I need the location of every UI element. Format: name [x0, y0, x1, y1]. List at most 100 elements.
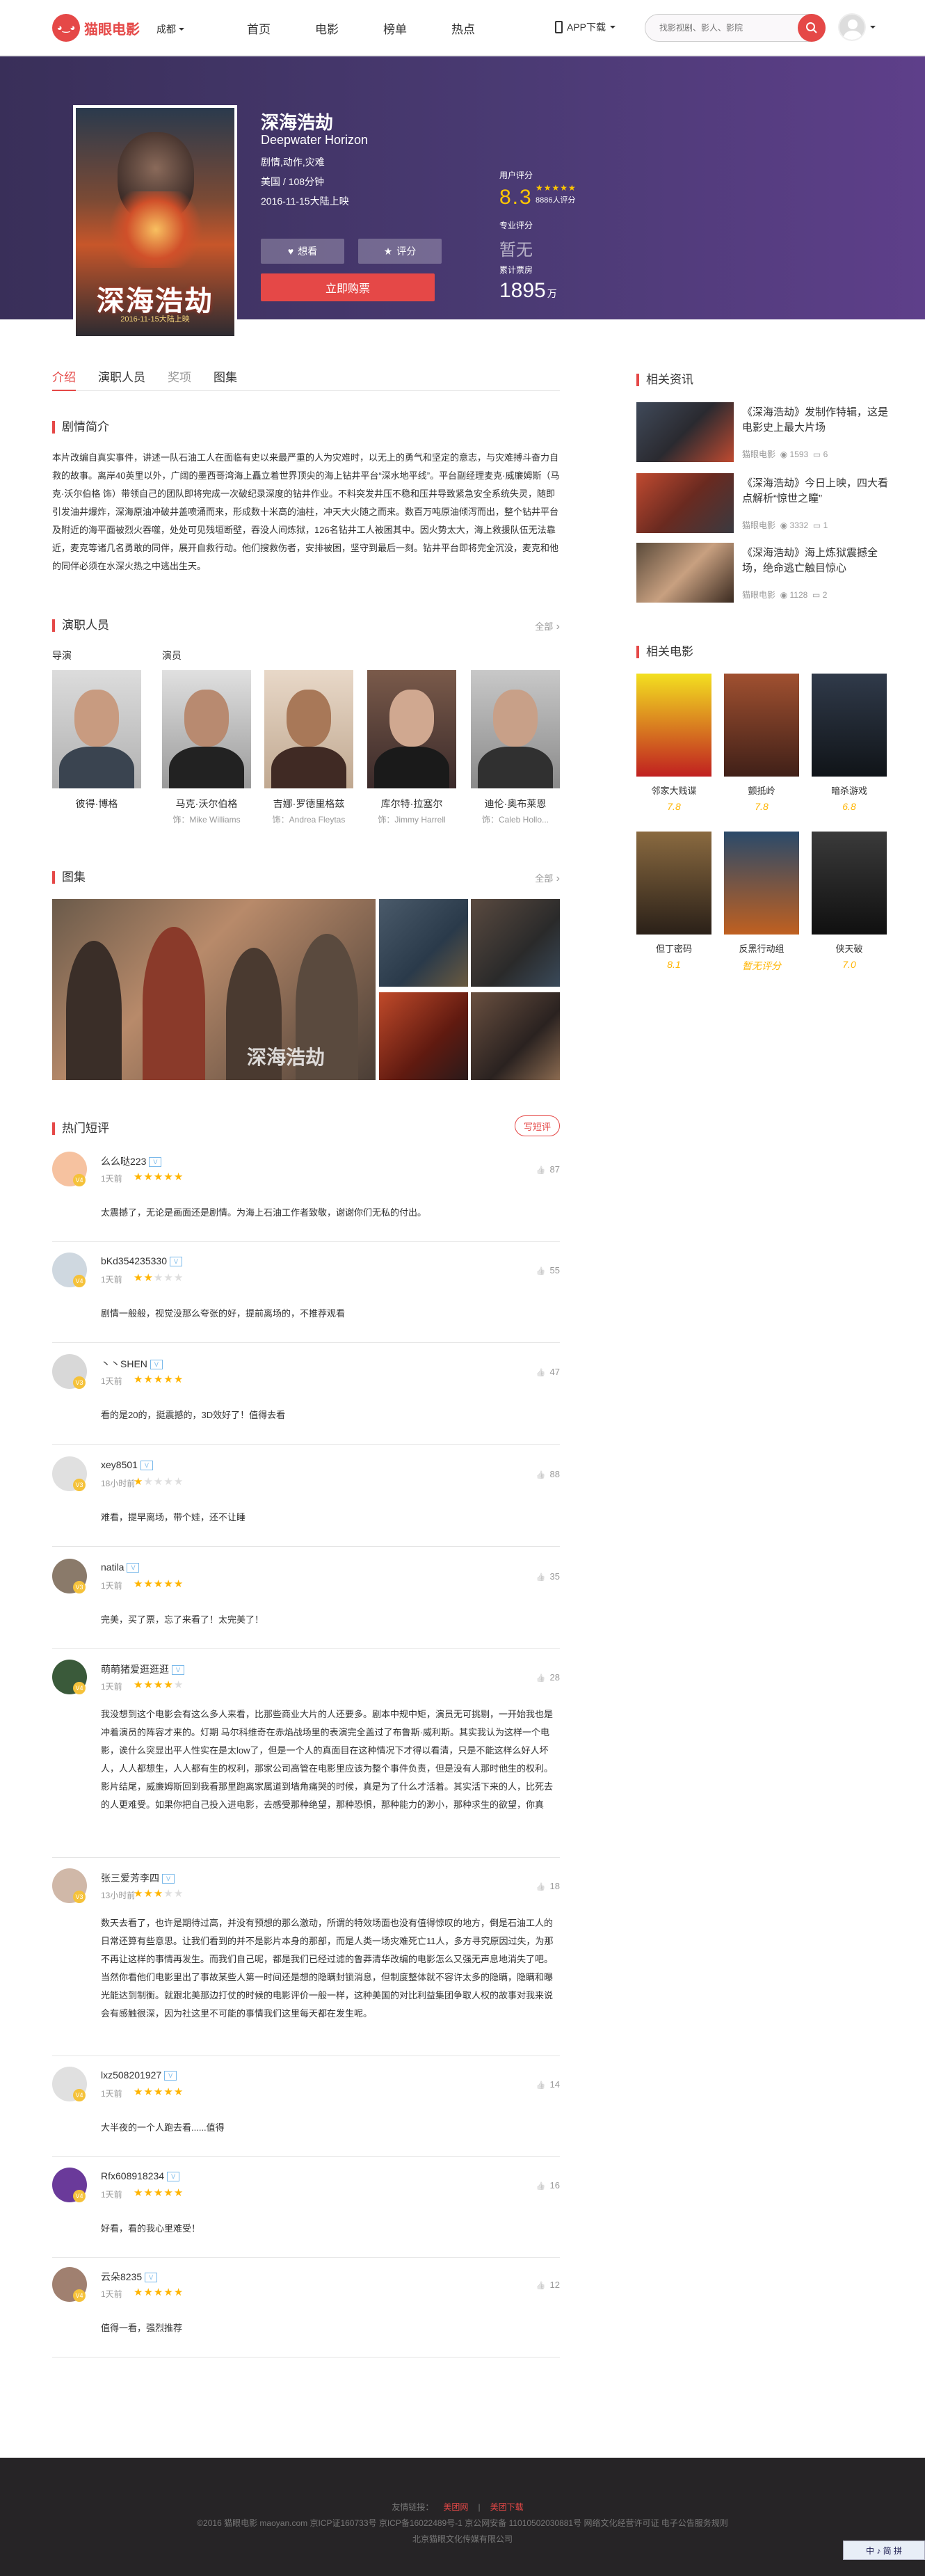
cast-name: 吉娜·罗德里格兹	[273, 798, 345, 809]
like-button[interactable]: 55	[536, 1265, 560, 1275]
related-movie[interactable]: 反黑行动组 暂无评分	[724, 832, 799, 973]
star-icon: ★	[143, 1171, 154, 1183]
gallery-thumb[interactable]	[471, 899, 560, 987]
photo-body	[271, 747, 346, 788]
write-comment-button[interactable]: 写短评	[515, 1115, 560, 1136]
like-button[interactable]: 28	[536, 1672, 560, 1683]
detail-tabs: 介绍 演职人员 奖项 图集	[52, 367, 560, 391]
comment-stars: ★★★★★	[134, 1577, 184, 1590]
cast-more-link[interactable]: 全部	[535, 619, 560, 633]
cast-member[interactable]: 彼得·博格	[52, 670, 141, 813]
logo[interactable]: ◕‿◕ 猫眼电影	[52, 14, 140, 42]
link-meituan[interactable]: 美团网	[443, 2502, 468, 2512]
related-movie[interactable]: 颤抵岭 7.8	[724, 674, 799, 812]
related-name: 颤抵岭	[748, 786, 775, 796]
nav-movies[interactable]: 电影	[315, 19, 339, 37]
related-movie[interactable]: 但丁密码 8.1	[636, 832, 711, 970]
related-name: 反黑行动组	[739, 944, 785, 954]
user-menu[interactable]	[838, 13, 876, 41]
city-selector[interactable]: 成都	[156, 22, 184, 36]
commenter-name[interactable]: 云朵8235 V	[101, 2270, 158, 2284]
commenter-name[interactable]: xey8501 V	[101, 1459, 153, 1470]
tab-awards[interactable]: 奖项	[168, 367, 191, 391]
star-icon: ★	[134, 2086, 144, 2098]
pro-score-label: 专业评分	[499, 221, 533, 230]
like-button[interactable]: 14	[536, 2079, 560, 2090]
ime-toolbar[interactable]: 中 ♪ 简 拼	[843, 2541, 925, 2560]
news-item[interactable]: 《深海浩劫》今日上映，四大看点解析“惊世之瞳” 猫眼电影 ◉ 3332 ▭ 1	[636, 473, 888, 533]
like-button[interactable]: 12	[536, 2280, 560, 2290]
heart-icon: ♥	[287, 246, 294, 257]
cast-member[interactable]: 迪伦·奥布莱恩 饰：Caleb Hollo...	[471, 670, 560, 825]
news-item[interactable]: 《深海浩劫》发制作特辑，这是电影史上最大片场 猫眼电影 ◉ 1593 ▭ 6	[636, 402, 888, 462]
star-icon: ★	[163, 1888, 174, 1900]
news-meta: 猫眼电影 ◉ 3332 ▭ 1	[742, 519, 828, 531]
star-icon: ★	[134, 1476, 144, 1488]
star-icon: ★	[173, 1476, 184, 1488]
gallery-thumb[interactable]	[379, 899, 468, 987]
tab-cast[interactable]: 演职人员	[98, 367, 145, 391]
like-button[interactable]: 47	[536, 1367, 560, 1377]
like-button[interactable]: 18	[536, 1881, 560, 1891]
commenter-name[interactable]: 张三爱芳李四 V	[101, 1871, 175, 1885]
eye-icon: ◉	[780, 520, 788, 530]
cast-photo	[264, 670, 353, 788]
search-icon	[806, 22, 817, 33]
app-download[interactable]: APP下载	[555, 20, 616, 34]
star-icon: ★	[163, 1374, 174, 1385]
gallery-main-image[interactable]: 深海浩劫	[52, 899, 376, 1080]
star-icon: ★	[143, 1578, 154, 1590]
want-button[interactable]: ♥ 想看	[261, 239, 344, 264]
search-button[interactable]	[798, 14, 826, 42]
gallery-thumb[interactable]	[379, 992, 468, 1080]
cast-member[interactable]: 马克·沃尔伯格 饰：Mike Williams	[162, 670, 251, 825]
star-icon: ★	[143, 1272, 154, 1284]
link-meituan-download[interactable]: 美团下载	[490, 2502, 524, 2512]
commenter-name[interactable]: 萌萌猪爱逛逛逛 V	[101, 1662, 184, 1676]
gallery-thumb[interactable]	[471, 992, 560, 1080]
like-button[interactable]: 16	[536, 2180, 560, 2191]
nav-hot[interactable]: 热点	[451, 19, 475, 37]
star-icon: ★	[163, 1679, 174, 1691]
cast-member[interactable]: 吉娜·罗德里格兹 饰：Andrea Fleytas	[264, 670, 353, 825]
commenter-name[interactable]: bKd354235330 V	[101, 1255, 182, 1266]
news-views: 3332	[789, 520, 809, 530]
movie-poster[interactable]: 深海浩劫 2016-11-15大陆上映	[73, 105, 237, 339]
related-movie[interactable]: 暗杀游戏 6.8	[812, 674, 887, 812]
search-input[interactable]	[645, 15, 791, 41]
nav-home[interactable]: 首页	[247, 19, 271, 37]
star-icon: ★	[134, 1679, 144, 1691]
tab-intro[interactable]: 介绍	[52, 367, 76, 391]
star-icon: ★	[134, 2187, 144, 2199]
commenter-name[interactable]: lxz508201927 V	[101, 2069, 177, 2081]
star-icon: ★	[173, 1374, 184, 1385]
comment-stars: ★★★★★	[134, 2286, 184, 2298]
poster-fire	[104, 191, 208, 268]
like-button[interactable]: 35	[536, 1571, 560, 1582]
buy-ticket-button[interactable]: 立即购票	[261, 273, 435, 301]
rate-button[interactable]: ★ 评分	[358, 239, 442, 264]
related-movie[interactable]: 邻家大贱谍 7.8	[636, 674, 711, 812]
related-name: 暗杀游戏	[830, 786, 867, 796]
tab-gallery[interactable]: 图集	[214, 367, 237, 391]
nav-charts[interactable]: 榜单	[383, 19, 407, 37]
commenter-name[interactable]: 么么哒223 V	[101, 1154, 162, 1168]
related-movie[interactable]: 侠天破 7.0	[812, 832, 887, 970]
cast-member[interactable]: 库尔特·拉塞尔 饰：Jimmy Harrell	[367, 670, 456, 825]
commenter-name[interactable]: natila V	[101, 1561, 140, 1573]
poster-release: 2016-11-15大陆上映	[120, 315, 190, 324]
like-button[interactable]: 87	[536, 1164, 560, 1175]
comment-item: V4么么哒223V1天前★★★★★87太震撼了，无论是画面还是剧情。为海上石油工…	[52, 1152, 560, 1242]
related-poster	[724, 674, 799, 777]
comment-item: V4bKd354235330V1天前★★★★★55剧情一般般，视觉没那么夸张的好…	[52, 1253, 560, 1343]
level-badge: V4	[73, 2289, 86, 2302]
photo-body	[59, 747, 134, 788]
movie-region-duration: 美国 / 108分钟	[261, 176, 325, 187]
news-item[interactable]: 《深海浩劫》海上炼狱震撼全场，绝命逃亡触目惊心 猫眼电影 ◉ 1128 ▭ 2	[636, 543, 888, 603]
photo-head	[493, 690, 538, 747]
comment-time: 1天前	[101, 1376, 122, 1386]
gallery-more-link[interactable]: 全部	[535, 871, 560, 885]
commenter-name[interactable]: Rfx608918234 V	[101, 2170, 180, 2181]
commenter-name[interactable]: 丶丶SHEN V	[101, 1357, 163, 1371]
like-button[interactable]: 88	[536, 1469, 560, 1479]
